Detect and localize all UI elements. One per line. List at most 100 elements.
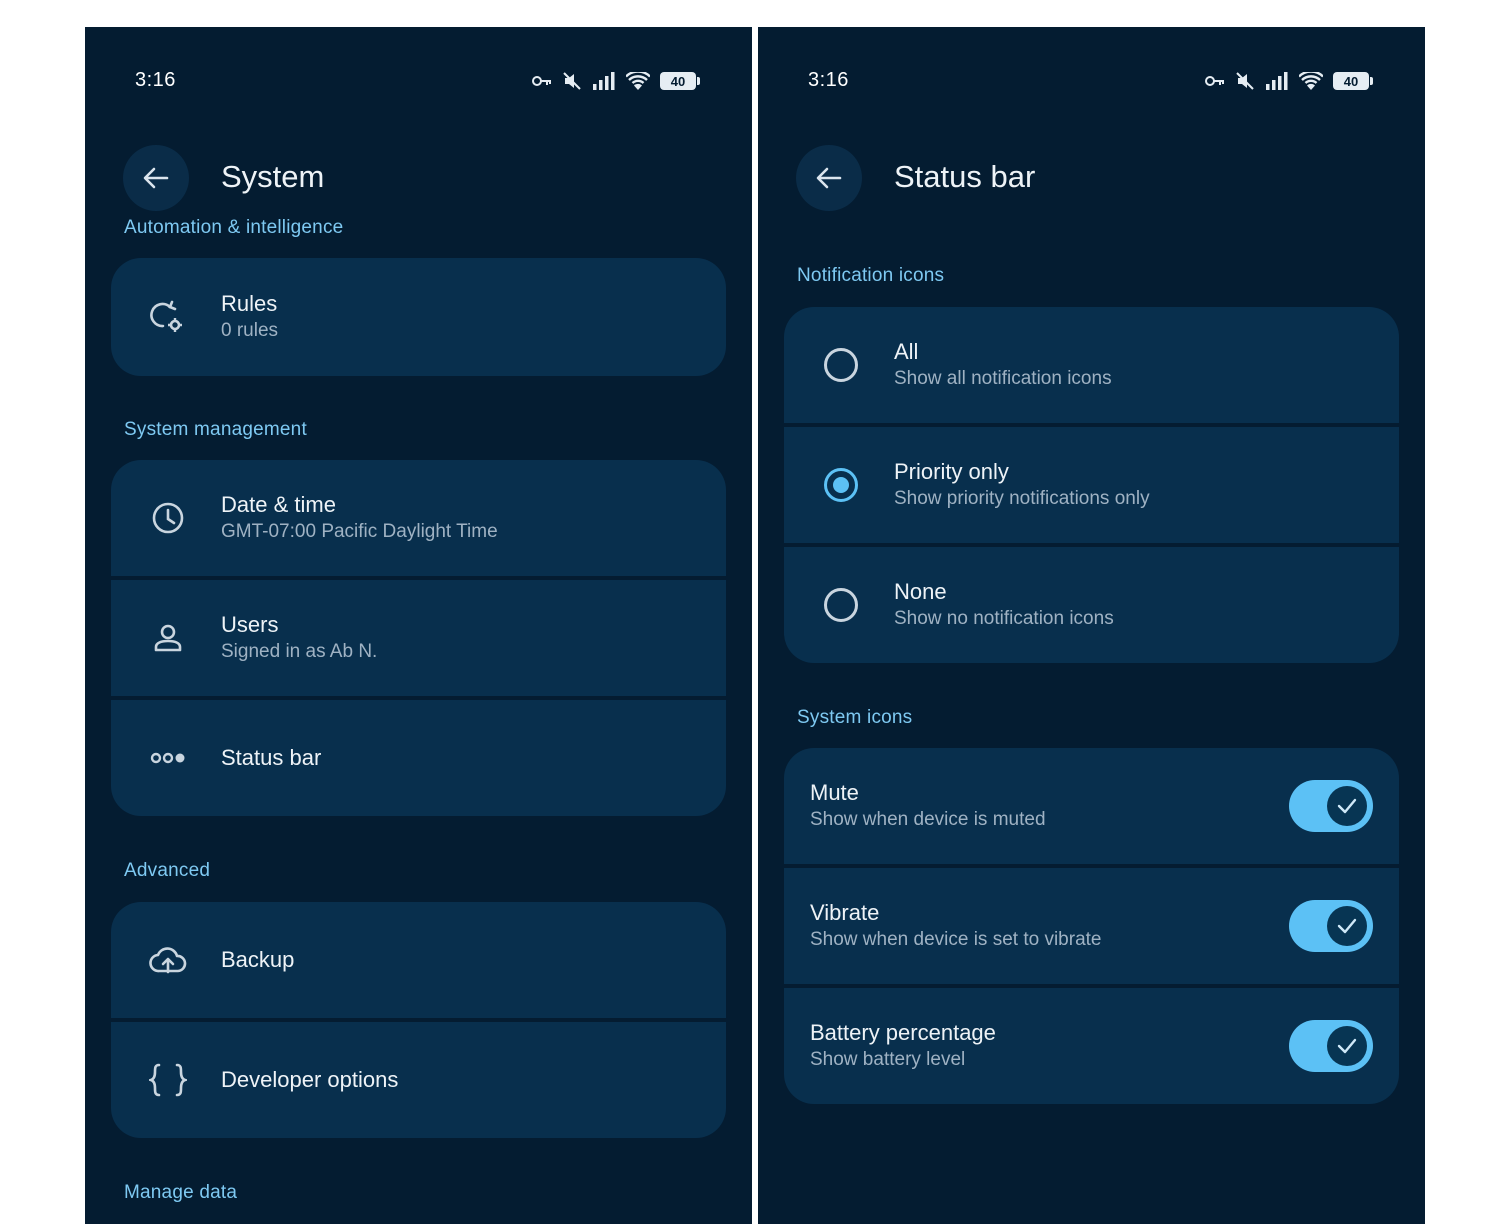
toggle-row-vibrate[interactable]: Vibrate Show when device is set to vibra…	[784, 868, 1399, 984]
option-none-text: None Show no notification icons	[894, 578, 1114, 632]
vibrate-text: Vibrate Show when device is set to vibra…	[810, 899, 1102, 953]
status-time: 3:16	[135, 69, 176, 91]
status-bar-text: Status bar	[221, 744, 321, 772]
option-all-text: All Show all notification icons	[894, 338, 1112, 392]
page-title: System	[221, 159, 325, 194]
arrow-back-icon	[143, 167, 169, 189]
mute-icon	[1236, 72, 1254, 90]
person-icon	[148, 618, 188, 658]
status-icons: 40	[532, 69, 700, 93]
list-item-rules[interactable]: Rules 0 rules	[111, 258, 726, 376]
arrow-back-icon	[816, 167, 842, 189]
braces-icon	[148, 1060, 188, 1100]
rules-subtitle: 0 rules	[221, 320, 279, 341]
date-time-text: Date & time GMT-07:00 Pacific Daylight T…	[221, 491, 498, 545]
option-subtitle: Show no notification icons	[894, 608, 1114, 629]
battery-icon: 40	[1333, 72, 1373, 90]
status-bar: 3:16 40	[85, 27, 752, 137]
users-subtitle: Signed in as Ab N.	[221, 641, 378, 662]
toggle-title: Vibrate	[810, 900, 880, 925]
radio-none[interactable]	[824, 588, 858, 622]
option-title: None	[894, 579, 947, 604]
app-bar: Status bar	[758, 145, 1425, 213]
status-bar: 3:16 40	[758, 27, 1425, 137]
signal-icon	[1266, 72, 1288, 90]
vibrate-toggle[interactable]	[1289, 900, 1373, 952]
list-item-date-time[interactable]: Date & time GMT-07:00 Pacific Daylight T…	[111, 460, 726, 576]
back-button[interactable]	[796, 145, 862, 211]
mute-icon	[563, 72, 581, 90]
key-icon	[1205, 76, 1224, 86]
section-label-system-icons: System icons	[797, 707, 913, 728]
radio-option-all[interactable]: All Show all notification icons	[784, 307, 1399, 423]
toggle-title: Mute	[810, 780, 859, 805]
status-bar-screen: 3:16 40 Status bar Notification icons Al…	[758, 27, 1425, 1224]
option-subtitle: Show priority notifications only	[894, 488, 1150, 509]
option-title: All	[894, 339, 919, 364]
toggle-subtitle: Show when device is muted	[810, 809, 1046, 830]
app-bar: System	[85, 145, 752, 213]
system-management-card: Date & time GMT-07:00 Pacific Daylight T…	[111, 460, 726, 816]
list-item-backup[interactable]: Backup	[111, 902, 726, 1018]
dots-icon	[148, 738, 188, 778]
section-label-manage-data: Manage data	[124, 1182, 238, 1203]
toggle-row-battery-percentage[interactable]: Battery percentage Show battery level	[784, 988, 1399, 1104]
list-item-developer-options[interactable]: Developer options	[111, 1022, 726, 1138]
check-icon	[1337, 1038, 1357, 1054]
system-icons-card: Mute Show when device is muted Vibrate S…	[784, 748, 1399, 1104]
toggle-knob	[1327, 906, 1367, 946]
notification-icons-card: All Show all notification icons Priority…	[784, 307, 1399, 663]
status-icons: 40	[1205, 69, 1373, 93]
system-screen: 3:16 40 System Automation & intelligence…	[85, 27, 752, 1224]
mute-text: Mute Show when device is muted	[810, 779, 1046, 833]
page-title: Status bar	[894, 159, 1036, 194]
battery-percentage-text: Battery percentage Show battery level	[810, 1019, 996, 1073]
battery-icon: 40	[660, 72, 700, 90]
list-item-users[interactable]: Users Signed in as Ab N.	[111, 580, 726, 696]
check-icon	[1337, 918, 1357, 934]
toggle-knob	[1327, 1026, 1367, 1066]
rules-text: Rules 0 rules	[221, 290, 278, 344]
section-label-automation: Automation & intelligence	[124, 217, 344, 238]
check-icon	[1337, 798, 1357, 814]
option-priority-text: Priority only Show priority notification…	[894, 458, 1150, 512]
section-label-system-management: System management	[124, 419, 307, 440]
wifi-icon	[626, 72, 650, 90]
backup-title: Backup	[221, 947, 295, 972]
rules-icon	[148, 297, 188, 337]
developer-options-text: Developer options	[221, 1066, 398, 1094]
back-button[interactable]	[123, 145, 189, 211]
status-time: 3:16	[808, 69, 849, 91]
mute-toggle[interactable]	[1289, 780, 1373, 832]
users-text: Users Signed in as Ab N.	[221, 611, 377, 665]
date-time-title: Date & time	[221, 492, 336, 517]
toggle-subtitle: Show battery level	[810, 1049, 966, 1070]
section-label-notification-icons: Notification icons	[797, 265, 945, 286]
wifi-icon	[1299, 72, 1323, 90]
battery-percentage-toggle[interactable]	[1289, 1020, 1373, 1072]
status-bar-title: Status bar	[221, 745, 322, 770]
toggle-title: Battery percentage	[810, 1020, 996, 1045]
users-title: Users	[221, 612, 279, 637]
radio-priority-only[interactable]	[824, 468, 858, 502]
advanced-card: Backup Developer options	[111, 902, 726, 1138]
backup-text: Backup	[221, 946, 294, 974]
toggle-row-mute[interactable]: Mute Show when device is muted	[784, 748, 1399, 864]
radio-option-none[interactable]: None Show no notification icons	[784, 547, 1399, 663]
date-time-subtitle: GMT-07:00 Pacific Daylight Time	[221, 521, 498, 542]
cloud-upload-icon	[148, 940, 188, 980]
section-label-advanced: Advanced	[124, 860, 211, 881]
rules-card: Rules 0 rules	[111, 258, 726, 376]
option-subtitle: Show all notification icons	[894, 368, 1112, 389]
key-icon	[532, 76, 551, 86]
toggle-subtitle: Show when device is set to vibrate	[810, 929, 1102, 950]
list-item-status-bar[interactable]: Status bar	[111, 700, 726, 816]
option-title: Priority only	[894, 459, 1009, 484]
radio-all[interactable]	[824, 348, 858, 382]
developer-options-title: Developer options	[221, 1067, 399, 1092]
radio-option-priority-only[interactable]: Priority only Show priority notification…	[784, 427, 1399, 543]
signal-icon	[593, 72, 615, 90]
toggle-knob	[1327, 786, 1367, 826]
clock-icon	[148, 498, 188, 538]
rules-title: Rules	[221, 291, 278, 316]
